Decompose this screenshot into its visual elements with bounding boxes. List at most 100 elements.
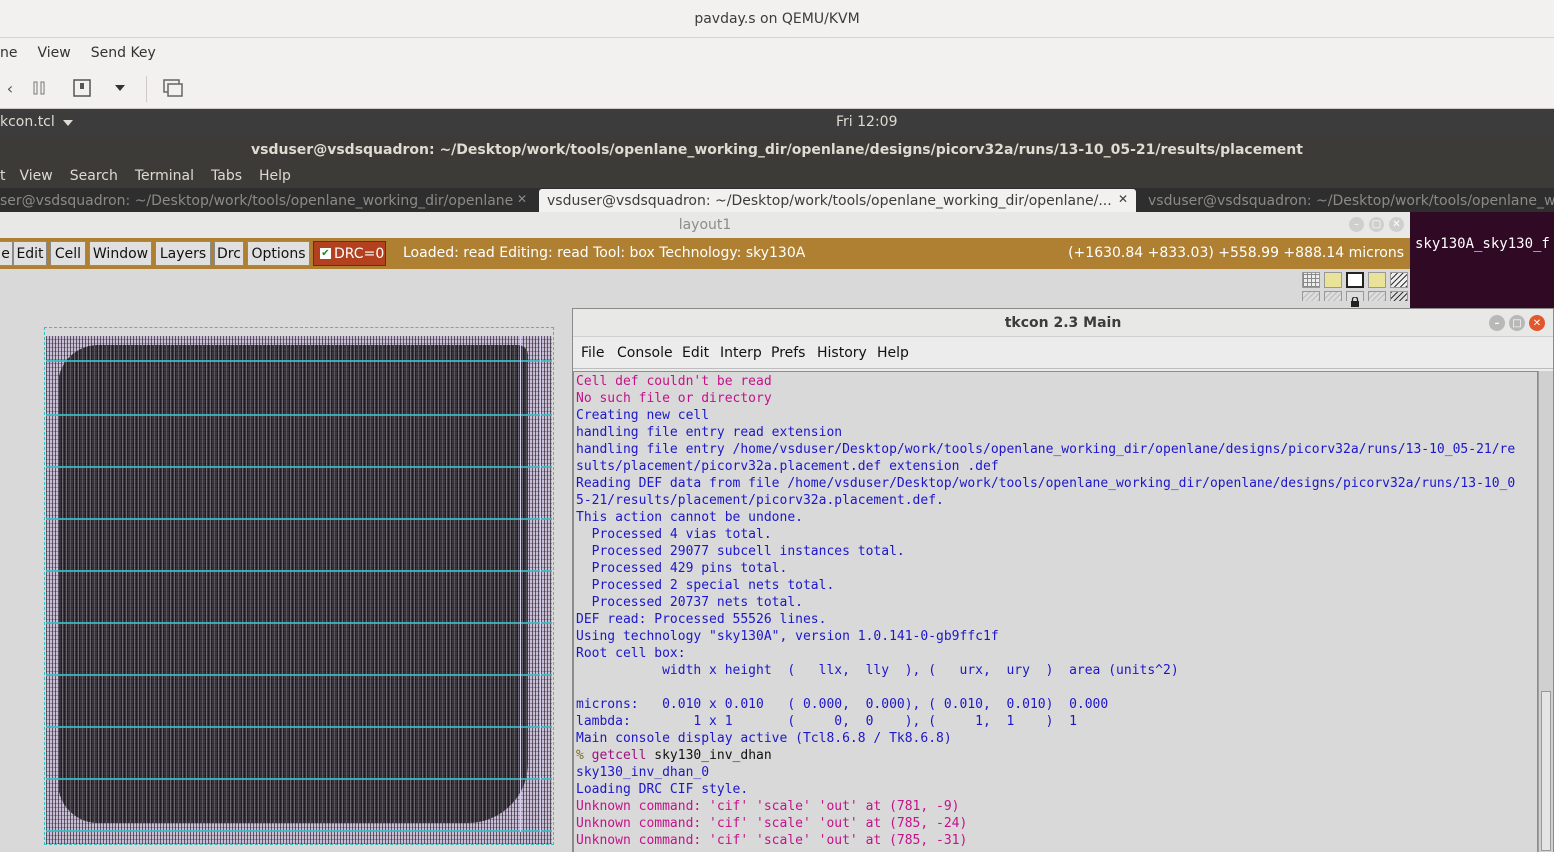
terminal-output: sky130A_sky130_f (1410, 212, 1554, 312)
power-rail (46, 466, 552, 468)
clock[interactable]: Fri 12:09 (836, 114, 897, 130)
grid-layer-icon[interactable] (1302, 272, 1320, 288)
tkcon-window: tkcon 2.3 Main – □ ✕ File Console Edit I… (572, 308, 1554, 852)
terminal-menu-terminal[interactable]: Terminal (135, 168, 194, 184)
app-menu-label: kcon.tcl (0, 114, 55, 130)
layout-menu-file[interactable]: e (0, 241, 13, 266)
cursor-coordinates: (+1630.84 +833.03) +558.99 +888.14 micro… (1068, 245, 1404, 261)
maximize-icon[interactable]: □ (1509, 315, 1525, 331)
power-rail (46, 622, 552, 624)
checkbox-icon: ✔ (320, 248, 331, 259)
console-line: Main console display active (Tcl8.6.8 / … (576, 731, 952, 746)
qemu-window-title: pavday.s on QEMU/KVM (0, 0, 1554, 38)
console-line: lambda: 1 x 1 ( 0, 0 ), ( 1, 1 ) 1 (576, 714, 1077, 729)
tkcon-menu-help[interactable]: Help (877, 345, 909, 361)
terminal-tab[interactable]: ser@vsdsquadron: ~/Desktop/work/tools/op… (0, 189, 535, 212)
chevron-down-icon (63, 120, 74, 126)
power-rail (46, 570, 552, 572)
terminal-menu-tabs[interactable]: Tabs (211, 168, 242, 184)
hatched-layer-icon[interactable] (1390, 272, 1408, 288)
tkcon-console[interactable]: Cell def couldn't be read No such file or… (573, 371, 1538, 852)
placed-cells-core (58, 345, 528, 823)
hatched-layer-icon[interactable] (1324, 291, 1342, 301)
qemu-menu-send-key[interactable]: Send Key (91, 45, 156, 61)
tkcon-menu-interp[interactable]: Interp (720, 345, 762, 361)
terminal-menu-view[interactable]: View (20, 168, 53, 184)
terminal-tabbar: ser@vsdsquadron: ~/Desktop/work/tools/op… (0, 188, 1554, 212)
console-line: 5-21/results/placement/picorv32a.placeme… (576, 493, 944, 508)
scrollbar-thumb[interactable] (1541, 691, 1551, 851)
toolbar-separator (146, 76, 147, 102)
tkcon-menu-history[interactable]: History (817, 345, 867, 361)
tkcon-menu-console[interactable]: Console (617, 345, 673, 361)
power-rail (46, 674, 552, 676)
play-icon[interactable]: ‹ (0, 78, 20, 98)
console-line: Unknown command: 'cif' 'scale' 'out' at … (576, 816, 968, 831)
layer-swatch-icon[interactable] (1324, 272, 1342, 288)
terminal-tab-label: ser@vsdsquadron: ~/Desktop/work/tools/op… (0, 192, 514, 209)
hatched-layer-icon[interactable] (1302, 291, 1320, 301)
qemu-menu-view[interactable]: View (38, 45, 71, 61)
box-layer-icon[interactable] (1346, 272, 1364, 288)
power-rail (46, 414, 552, 416)
power-rail (46, 778, 552, 780)
console-line: No such file or directory (576, 391, 772, 406)
qemu-menu-machine[interactable]: ne (0, 45, 18, 61)
tkcon-menu-prefs[interactable]: Prefs (771, 345, 805, 361)
power-icon[interactable] (72, 78, 92, 98)
qemu-toolbar: ‹ (0, 68, 1554, 109)
layout-menu-edit[interactable]: Edit (13, 241, 47, 266)
drc-toggle-button[interactable]: ✔ DRC=0 (313, 241, 386, 266)
terminal-menu-help[interactable]: Help (259, 168, 291, 184)
terminal-title: vsduser@vsdsquadron: ~/Desktop/work/tool… (0, 136, 1554, 164)
console-line: Cell def couldn't be read (576, 374, 772, 389)
app-menu[interactable]: kcon.tcl (0, 114, 74, 130)
console-line: handling file entry /home/vsduser/Deskto… (576, 442, 1516, 457)
layout-menu-options[interactable]: Options (247, 241, 310, 266)
close-icon[interactable]: ✕ (517, 192, 527, 206)
tkcon-menu-file[interactable]: File (581, 345, 604, 361)
layout-window-title: layout1 (678, 217, 732, 233)
terminal-menu-search[interactable]: Search (70, 168, 118, 184)
console-argument: sky130_inv_dhan (646, 748, 772, 763)
tkcon-scrollbar[interactable] (1538, 371, 1553, 852)
console-line: Root cell box: (576, 646, 686, 661)
power-rail (46, 360, 552, 362)
fullscreen-icon[interactable] (163, 78, 183, 98)
tkcon-window-title: tkcon 2.3 Main (1004, 314, 1122, 331)
hatched-layer-icon[interactable] (1390, 291, 1408, 301)
tkcon-menu-edit[interactable]: Edit (682, 345, 709, 361)
console-line: Unknown command: 'cif' 'scale' 'out' at … (576, 799, 960, 814)
qemu-menubar: ne View Send Key (0, 38, 1554, 68)
layout-menu-layers[interactable]: Layers (155, 241, 211, 266)
layout-menu-drc[interactable]: Drc (214, 241, 244, 266)
console-line: microns: 0.010 x 0.010 ( 0.000, 0.000), … (576, 697, 1109, 712)
close-icon[interactable]: ✕ (1118, 192, 1128, 206)
terminal-menu-edit[interactable]: t (0, 168, 6, 184)
console-line: handling file entry read extension (576, 425, 843, 440)
pause-icon[interactable] (29, 78, 49, 98)
layer-swatch-icon[interactable] (1368, 272, 1386, 288)
power-dropdown-icon[interactable] (110, 78, 130, 98)
close-icon[interactable]: ✕ (1529, 315, 1545, 331)
close-icon[interactable]: ✕ (1389, 217, 1404, 232)
guest-top-bar: kcon.tcl Fri 12:09 (0, 109, 1554, 136)
console-line: Processed 29077 subcell instances total. (576, 544, 905, 559)
maximize-icon[interactable]: □ (1369, 217, 1384, 232)
layout-menu-window[interactable]: Window (89, 241, 152, 266)
terminal-tab[interactable]: vsduser@vsdsquadron: ~/Desktop/work/tool… (1140, 189, 1554, 212)
hatched-layer-icon[interactable] (1368, 291, 1386, 301)
power-rail (46, 830, 552, 832)
lock-icon[interactable] (1346, 291, 1364, 307)
console-line: DEF read: Processed 55526 lines. (576, 612, 827, 627)
console-line: Reading DEF data from file /home/vsduser… (576, 476, 1516, 491)
power-rail (46, 518, 552, 520)
layout-menu-cell[interactable]: Cell (50, 241, 86, 266)
minimize-icon[interactable]: – (1489, 315, 1505, 331)
terminal-tab-active[interactable]: vsduser@vsdsquadron: ~/Desktop/work/tool… (539, 189, 1136, 212)
console-line: Processed 20737 nets total. (576, 595, 803, 610)
terminal-tab-label: vsduser@vsdsquadron: ~/Desktop/work/tool… (1148, 192, 1554, 209)
minimize-icon[interactable]: – (1349, 217, 1364, 232)
screen: pavday.s on QEMU/KVM ne View Send Key ‹ … (0, 0, 1554, 852)
